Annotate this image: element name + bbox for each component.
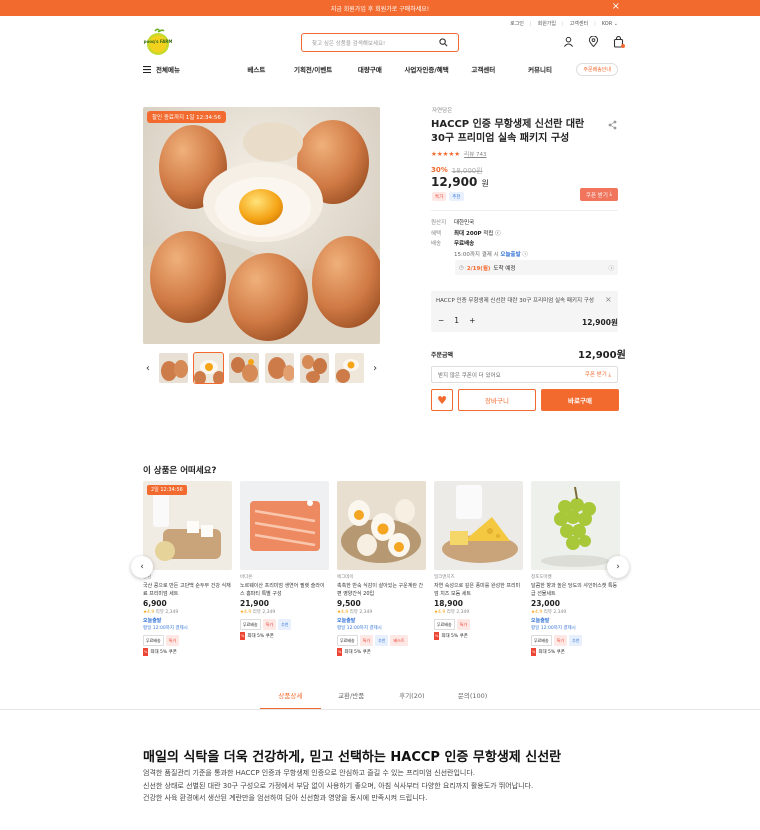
detail-title: 매일의 식탁을 더욱 건강하게, 믿고 선택하는 HACCP 인증 무항생제 신… — [143, 750, 562, 765]
product-card[interactable]: 밀크앤치즈 자연 숙성으로 깊은 풍미를 완성한 프리미엄 치즈 모둠 세트 1… — [434, 481, 523, 657]
option-price: 12,900원 — [582, 318, 618, 327]
minus-button[interactable]: − — [438, 316, 444, 325]
tag-recommend: 추천 — [449, 192, 464, 201]
nav-community[interactable]: 커뮤니티 — [512, 64, 569, 74]
card-timer: 2일 12:34:56 — [147, 485, 187, 495]
review-count-link[interactable]: 리뷰 743 — [464, 150, 486, 158]
nav-best[interactable]: 베스트 — [228, 64, 285, 74]
thumbnail-1[interactable] — [158, 353, 188, 383]
product-card[interactable]: 바다온 노르웨이산 프리미엄 생연어 필렛 슬라이스 홈파티 특별 구성 21,… — [240, 481, 329, 657]
search-icon[interactable] — [439, 38, 448, 47]
thumbnail-5[interactable] — [299, 353, 329, 383]
tab-divider — [0, 709, 760, 710]
shopping-bag-icon[interactable] — [613, 36, 625, 48]
cs-link[interactable]: 고객센터 — [570, 20, 588, 27]
nav-business[interactable]: 사업자인증/혜택 — [398, 64, 455, 74]
close-icon[interactable]: × — [612, 2, 620, 12]
share-icon[interactable] — [608, 120, 617, 130]
recommend-list: 2일 12:34:56 콩담 국산 콩으로 만든 고단백 순두부 건강 식재료 … — [143, 481, 620, 657]
top-banner[interactable]: 지금 회원가입 후 회원가로 구매하세요! × — [0, 0, 760, 16]
tag-special: 특가 — [432, 192, 447, 201]
chevron-right-icon[interactable]: › — [370, 363, 380, 374]
tab-detail[interactable]: 상품상세 — [260, 690, 321, 709]
purchase-buttons: ♥ 장바구니 바로구매 — [431, 389, 619, 411]
info-icon[interactable]: ⓘ — [522, 252, 528, 258]
selected-option-name: HACCP 인증 무항생제 신선란 대란 30구 프리미엄 실속 패키지 구성 — [436, 298, 594, 304]
remove-option-icon[interactable]: × — [605, 295, 612, 304]
product-brand[interactable]: 자연담은 — [432, 106, 452, 114]
detail-body: 엄격한 품질관리 기준을 통과한 HACCP 인증과 무항생제 인증으로 안심하… — [143, 767, 533, 805]
buy-now-button[interactable]: 바로구매 — [541, 389, 619, 411]
main-nav: 전체메뉴 베스트 기획전/이벤트 대량구매 사업자인증/혜택 고객센터 커뮤니티… — [143, 62, 619, 76]
thumbnail-6[interactable] — [335, 353, 365, 383]
coupon-notice[interactable]: 받지 않은 쿠폰이 더 있어요 쿠폰 받기 ⤓ — [431, 366, 618, 383]
detail-line: 건강한 사육 환경에서 생산된 계란만을 엄선하여 담아 신선함과 영양을 동시… — [143, 794, 428, 802]
location-pin-icon[interactable] — [588, 36, 599, 47]
thumbnail-3[interactable] — [229, 353, 259, 383]
join-link[interactable]: 회원가입 — [538, 20, 556, 27]
detail-line: 엄격한 품질관리 기준을 통과한 HACCP 인증과 무항생제 인증으로 안심하… — [143, 769, 475, 777]
product-card[interactable]: 에그데이 촉촉한 반숙 식감이 살아있는 구운계란 간편 영양간식 20입 9,… — [337, 481, 426, 657]
product-main-image — [143, 107, 380, 344]
coupon-link: 쿠폰 받기 ⤓ — [584, 372, 611, 378]
info-icon[interactable]: ⓘ — [495, 231, 501, 237]
all-menu-button[interactable]: 전체메뉴 — [143, 64, 228, 74]
logo-text-top: pooq's FARM — [144, 39, 173, 44]
arrival-estimate: ◷ 2/19(월) 도착 예정 ⓘ — [455, 260, 618, 275]
user-icon[interactable] — [563, 36, 574, 47]
hamburger-icon — [143, 65, 151, 73]
detail-line: 신선한 상태로 선별된 대란 30구 구성으로 가정에서 부담 없이 사용하기 … — [143, 781, 534, 790]
total-label: 주문금액 — [431, 352, 454, 359]
add-to-cart-button[interactable]: 장바구니 — [458, 389, 536, 411]
login-link[interactable]: 로그인 — [510, 20, 524, 27]
rating-stars: ★★★★★ — [431, 150, 461, 158]
header-icons — [563, 36, 625, 48]
search-input[interactable]: 찾고 싶은 상품을 검색해보세요! — [312, 39, 385, 47]
banner-text: 지금 회원가입 후 회원가로 구매하세요! — [330, 5, 430, 13]
benefit-value: 최대 200P — [454, 230, 482, 237]
plus-button[interactable]: + — [469, 316, 475, 325]
rating: ★★★★★ 리뷰 743 — [431, 150, 487, 158]
tab-qna[interactable]: 문의(100) — [442, 690, 503, 709]
tab-reviews[interactable]: 후기(20) — [382, 690, 443, 709]
wishlist-heart-icon[interactable]: ♥ — [431, 389, 453, 411]
carousel-next-button[interactable]: › — [607, 556, 629, 578]
recommend-title: 이 상품은 어떠세요? — [143, 466, 217, 476]
today-ship-badge: 오늘출발 — [500, 251, 521, 258]
thumbnail-strip: ‹ › — [143, 351, 380, 385]
thumbnail-4[interactable] — [264, 353, 294, 383]
product-info: 원산지 대한민국 혜택 최대 200P 적립 ⓘ 배송 무료배송 15:00까지 결제… — [431, 220, 528, 258]
origin-value: 대한민국 — [454, 220, 475, 226]
delivery-guide-button[interactable]: 주문배송안내 — [576, 62, 619, 76]
quantity-value[interactable]: 1 — [454, 316, 459, 325]
product-tags: 특가 추천 — [432, 192, 464, 201]
nav-events[interactable]: 기획전/이벤트 — [285, 64, 342, 74]
clock-icon: ◷ — [459, 264, 464, 271]
product-card[interactable]: 2일 12:34:56 콩담 국산 콩으로 만든 고단백 순두부 건강 식재료 … — [143, 481, 232, 657]
product-title: HACCP 인증 무항생제 신선란 대란 30구 프리미엄 실속 패키지 구성 — [431, 119, 585, 144]
nav-cs[interactable]: 고객센터 — [455, 64, 512, 74]
arrival-date: 2/19(월) — [466, 265, 491, 272]
util-links: 로그인 | 회원가입 | 고객센터 | KOR ⌄ — [510, 20, 618, 28]
coupon-download-button[interactable]: 쿠폰 받기 ⤓ — [580, 188, 618, 201]
chevron-left-icon: ‹ — [140, 562, 144, 572]
info-icon[interactable]: ⓘ — [608, 264, 614, 272]
chevron-right-icon: › — [616, 562, 620, 572]
shipping-value: 무료배송 — [454, 241, 475, 247]
download-icon: ⤓ — [609, 191, 613, 197]
lang-select[interactable]: KOR ⌄ — [602, 21, 618, 27]
quantity-stepper: − 1 + — [438, 316, 475, 325]
chevron-left-icon[interactable]: ‹ — [143, 363, 153, 374]
discount-timer-badge: 할인 종료까지 1일 12:34:56 — [147, 111, 226, 123]
sale-price: 12,900 원 — [431, 175, 489, 189]
total-price: 12,900원 — [578, 350, 626, 361]
divider — [431, 210, 618, 211]
carousel-prev-button[interactable]: ‹ — [131, 556, 153, 578]
search-bar[interactable]: 찾고 싶은 상품을 검색해보세요! — [301, 33, 459, 52]
tab-exchange[interactable]: 교환/반품 — [321, 690, 382, 709]
thumbnail-2[interactable] — [192, 352, 225, 384]
logo[interactable]: pooq's FARM — [143, 28, 173, 56]
detail-tabs: 상품상세 교환/반품 후기(20) 문의(100) — [260, 690, 503, 709]
nav-bulk[interactable]: 대량구매 — [341, 64, 398, 74]
